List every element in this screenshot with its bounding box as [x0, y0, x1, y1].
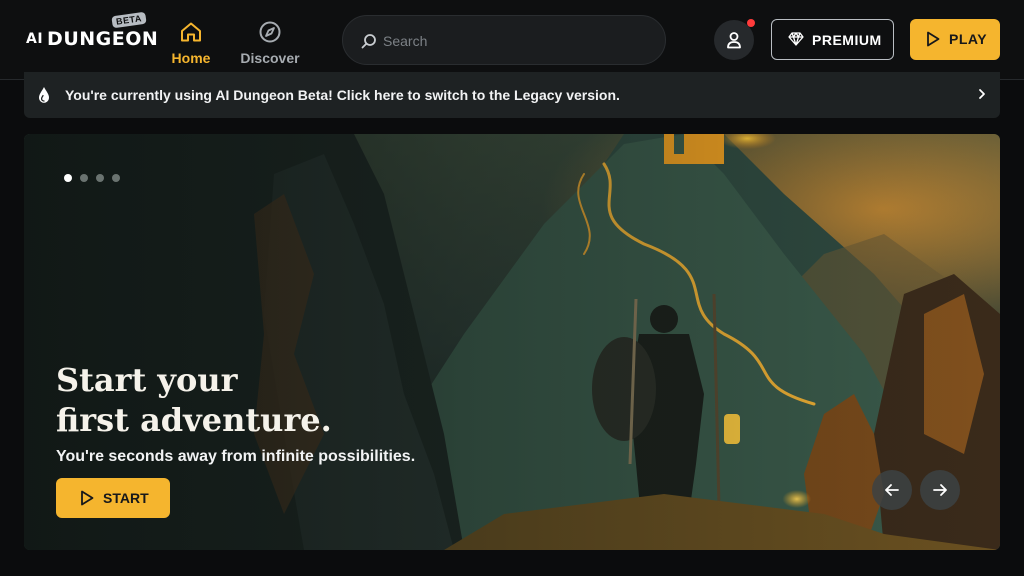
hero-title: Start your first adventure. [56, 360, 332, 440]
logo-wordmark: AI DUNGEON [26, 28, 158, 50]
user-icon [727, 32, 741, 49]
carousel-dot-1[interactable] [64, 174, 72, 182]
chevron-right-icon [979, 89, 985, 99]
compass-icon [259, 21, 281, 43]
carousel-dot-2[interactable] [80, 174, 88, 182]
play-button[interactable]: PLAY [910, 19, 1000, 60]
hero-carousel: Start your first adventure. You're secon… [24, 134, 1000, 550]
tab-discover-label: Discover [240, 50, 300, 66]
user-profile-button[interactable] [714, 19, 755, 60]
home-icon [181, 22, 201, 42]
legacy-switch-banner[interactable]: You're currently using AI Dungeon Beta! … [24, 72, 1000, 118]
top-navigation-bar: AI DUNGEON BETA Home Discover Search PRE… [0, 0, 1024, 80]
tab-home-label: Home [171, 50, 211, 66]
notification-dot [747, 19, 755, 27]
tab-discover[interactable]: Discover [236, 18, 304, 80]
logo-name: DUNGEON [47, 28, 159, 50]
ai-dungeon-logo[interactable]: AI DUNGEON BETA [26, 11, 158, 58]
start-label: START [103, 490, 149, 506]
start-button[interactable]: START [56, 478, 170, 518]
carousel-dot-4[interactable] [112, 174, 120, 182]
hero-illustration [24, 134, 1000, 550]
hero-title-line-2: first adventure. [56, 401, 332, 439]
hero-title-line-1: Start your [56, 361, 238, 399]
search-icon [361, 34, 376, 49]
search-input[interactable] [383, 28, 653, 54]
premium-label: PREMIUM [812, 32, 882, 48]
search-box[interactable] [342, 15, 666, 65]
diamond-icon [788, 32, 804, 46]
hero-subtitle: You're seconds away from infinite possib… [56, 448, 416, 465]
tab-home[interactable]: Home [160, 18, 222, 80]
carousel-prev-button[interactable] [872, 470, 912, 510]
premium-button[interactable]: PREMIUM [771, 19, 894, 60]
banner-text: You're currently using AI Dungeon Beta! … [65, 87, 620, 103]
beta-badge: BETA [111, 11, 147, 29]
play-icon [81, 490, 94, 506]
play-label: PLAY [949, 31, 988, 47]
flame-drop-icon [39, 87, 49, 103]
arrow-left-icon [885, 484, 899, 496]
play-icon [927, 31, 940, 47]
carousel-dot-3[interactable] [96, 174, 104, 182]
carousel-next-button[interactable] [920, 470, 960, 510]
arrow-right-icon [933, 484, 947, 496]
logo-prefix: AI [26, 31, 44, 47]
